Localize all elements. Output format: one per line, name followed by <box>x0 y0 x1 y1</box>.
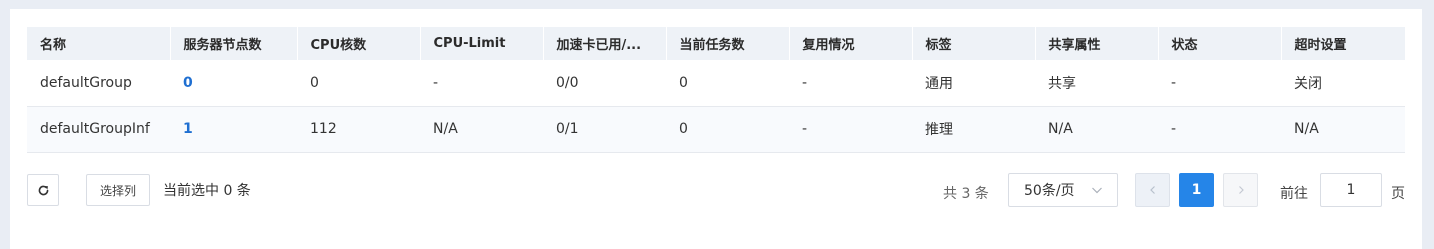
next-page-button[interactable] <box>1223 173 1258 207</box>
col-header-current-tasks: 当前任务数 <box>666 27 790 60</box>
total-count-text: 共 3 条 <box>943 186 989 202</box>
cell-label: 推理 <box>925 122 953 138</box>
selected-count-text: 当前选中 0 条 <box>163 183 251 199</box>
col-header-timeout: 超时设置 <box>1294 38 1347 53</box>
cell-cpu-cores: 0 <box>310 74 319 91</box>
table-row: defaultGroup 0 0 - 0/0 0 - 通用 共享 - 关闭 <box>27 60 1405 106</box>
col-header-label: 标签 <box>912 27 1036 60</box>
chevron-down-icon <box>1092 187 1102 194</box>
col-header-share: 共享属性 <box>1035 27 1159 60</box>
cell-status: - <box>1171 74 1177 91</box>
col-header-name: 名称 <box>27 27 171 60</box>
cell-reuse: - <box>802 121 808 137</box>
col-header-reuse: 复用情况 <box>789 27 913 60</box>
cell-label: 通用 <box>925 75 953 92</box>
cell-name: defaultGroup <box>40 74 132 91</box>
goto-label: 前往 <box>1280 186 1308 202</box>
cell-share: N/A <box>1048 121 1073 137</box>
resource-group-table: 名称 服务器节点数 CPU核数 CPU-Limit 加速卡已用/... 当前任务… <box>27 27 1405 153</box>
page-number-button[interactable]: 1 <box>1179 173 1214 207</box>
col-header-accel-used: 加速卡已用/... <box>543 27 667 60</box>
cell-node-count-link[interactable]: 1 <box>170 106 297 152</box>
cell-reuse: - <box>802 74 808 91</box>
col-header-cpu-limit: CPU-Limit <box>420 27 544 60</box>
cell-current-tasks: 0 <box>679 74 688 91</box>
chevron-right-icon <box>1238 186 1244 194</box>
cell-share: 共享 <box>1048 75 1076 92</box>
col-header-status: 状态 <box>1158 27 1282 60</box>
select-columns-button[interactable]: 选择列 <box>86 174 150 206</box>
cell-cpu-limit: N/A <box>433 121 458 137</box>
col-header-cpu-cores: CPU核数 <box>297 27 421 60</box>
cell-cpu-limit: - <box>433 74 439 91</box>
cell-timeout: N/A <box>1294 121 1319 137</box>
cell-accel-used: 0/0 <box>556 74 579 91</box>
table-footer: 选择列 当前选中 0 条 共 3 条 50条/页 1 前往 页 <box>10 163 1422 207</box>
page-size-value: 50条/页 <box>1024 183 1075 199</box>
cell-status: - <box>1171 121 1177 137</box>
cell-accel-used: 0/1 <box>556 121 579 137</box>
cell-timeout: 关闭 <box>1294 75 1322 92</box>
cell-name: defaultGroupInf <box>40 121 150 137</box>
page-size-select[interactable]: 50条/页 <box>1008 173 1118 207</box>
cell-current-tasks: 0 <box>679 121 688 137</box>
refresh-button[interactable] <box>27 174 59 206</box>
chevron-left-icon <box>1149 186 1155 194</box>
goto-page-input[interactable] <box>1320 173 1382 207</box>
cell-cpu-cores: 112 <box>310 121 337 137</box>
col-header-node-count: 服务器节点数 <box>170 27 298 60</box>
goto-unit-label: 页 <box>1391 186 1405 202</box>
table-header-row: 名称 服务器节点数 CPU核数 CPU-Limit 加速卡已用/... 当前任务… <box>27 27 1405 60</box>
cell-node-count-link[interactable]: 0 <box>170 60 297 106</box>
refresh-icon <box>38 185 48 195</box>
table-row: defaultGroupInf 1 112 N/A 0/1 0 - 推理 N/A… <box>27 106 1405 152</box>
prev-page-button[interactable] <box>1135 173 1170 207</box>
content-panel: 名称 服务器节点数 CPU核数 CPU-Limit 加速卡已用/... 当前任务… <box>10 9 1422 249</box>
